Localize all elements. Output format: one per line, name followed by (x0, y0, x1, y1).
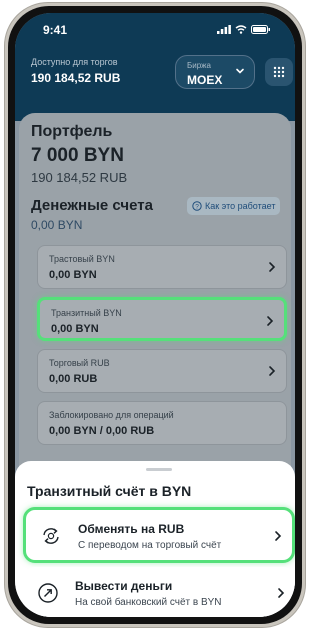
chevron-right-icon (278, 588, 285, 598)
status-bar: 9:41 (15, 23, 295, 39)
battery-icon (251, 25, 270, 34)
account-trust-byn[interactable]: Трастовый BYN 0,00 BYN (37, 245, 287, 289)
how-it-works-link[interactable]: ? Как это работает (187, 197, 281, 215)
status-icons (217, 25, 271, 34)
sheet-grabber[interactable] (146, 468, 172, 471)
account-label: Транзитный BYN (51, 308, 122, 318)
exchange-value: MOEX (187, 73, 223, 87)
action-title: Обменять на RUB (78, 522, 185, 536)
portfolio-rub: 190 184,52 RUB (31, 170, 128, 185)
withdraw-icon (38, 583, 58, 603)
account-value: 0,00 BYN / 0,00 RUB (49, 425, 155, 437)
available-value: 190 184,52 RUB (31, 71, 121, 85)
grid-icon (273, 66, 285, 78)
account-label: Трастовый BYN (49, 254, 115, 264)
screen: 9:41 Доступно для торгов 190 184,52 RUB … (15, 13, 295, 617)
available-label: Доступно для торгов (31, 57, 118, 67)
top-header: 9:41 Доступно для торгов 190 184,52 RUB … (15, 13, 295, 121)
cash-accounts-value: 0,00 BYN (31, 218, 83, 232)
exchange-selector[interactable]: Биржа MOEX (175, 55, 255, 89)
exchange-to-rub-button[interactable]: Обменять на RUB С переводом на торговый … (23, 507, 295, 563)
action-subtitle: С переводом на торговый счёт (78, 540, 222, 551)
help-circle-icon: ? (192, 201, 202, 211)
chevron-right-icon (269, 262, 276, 272)
action-subtitle: На свой банковский счёт в BYN (75, 597, 222, 608)
account-value: 0,00 BYN (49, 269, 97, 281)
account-value: 0,00 BYN (51, 323, 99, 335)
exchange-label: Биржа (187, 61, 211, 70)
cash-accounts-title: Денежные счета (31, 197, 153, 214)
account-transit-byn[interactable]: Транзитный BYN 0,00 BYN (37, 297, 287, 341)
exchange-icon (43, 528, 59, 544)
chevron-right-icon (275, 531, 282, 541)
phone-bezel: 9:41 Доступно для торгов 190 184,52 RUB … (8, 6, 302, 624)
portfolio-title: Портфель (31, 123, 113, 140)
account-trading-rub[interactable]: Торговый RUB 0,00 RUB (37, 349, 287, 393)
phone-frame: 9:41 Доступно для торгов 190 184,52 RUB … (4, 2, 306, 628)
apps-menu-button[interactable] (265, 58, 293, 86)
account-blocked[interactable]: Заблокировано для операций 0,00 BYN / 0,… (37, 401, 287, 445)
status-time: 9:41 (43, 23, 68, 37)
wifi-icon (235, 25, 247, 34)
sheet-title: Транзитный счёт в BYN (27, 483, 192, 499)
svg-text:?: ? (195, 203, 199, 210)
account-label: Торговый RUB (49, 358, 110, 368)
account-value: 0,00 RUB (49, 373, 98, 385)
withdraw-money-button[interactable]: Вывести деньги На свой банковский счёт в… (23, 567, 295, 617)
chevron-right-icon (267, 316, 274, 326)
chevron-down-icon (236, 68, 244, 74)
how-it-works-label: Как это работает (205, 201, 276, 211)
bottom-sheet: Транзитный счёт в BYN Обменять на RUB С … (15, 461, 295, 617)
action-title: Вывести деньги (75, 579, 173, 593)
chevron-right-icon (269, 366, 276, 376)
signal-icon (217, 25, 231, 34)
account-label: Заблокировано для операций (49, 410, 174, 420)
portfolio-total: 7 000 BYN (31, 145, 124, 166)
